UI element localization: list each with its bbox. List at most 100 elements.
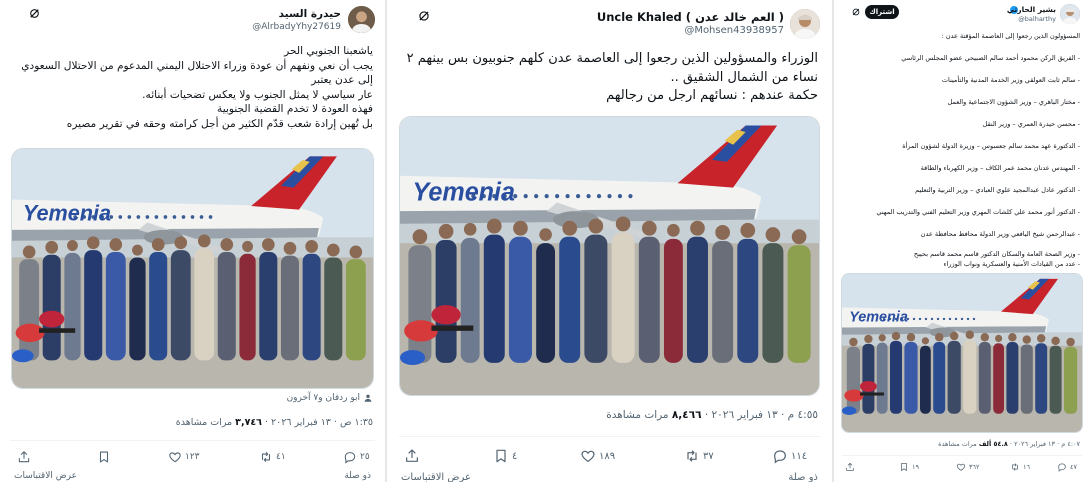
timestamp[interactable]: ٤:٥٥ م · ١٣ فبراير ٢٠٢٦ · ٨,٤٦٦ مرات مشا…: [606, 409, 818, 421]
retweet-count: ٤١: [276, 452, 286, 462]
retweet-button[interactable]: ٤١: [256, 450, 286, 464]
tweet-text: الوزراء والمسؤولين الذين رجعوا إلى العاص…: [398, 50, 818, 106]
share-button[interactable]: [401, 448, 420, 464]
tweet-line: فهذه العودة لا تخدم القضية الجنوبية: [217, 103, 373, 116]
tweet-line: - الدكتور عادل عبدالمجيد علوي العبادي – …: [915, 186, 1080, 194]
tagged-people[interactable]: ابو ردفان و٧ آخرون: [287, 393, 373, 403]
like-count: ١٨٩: [599, 450, 616, 462]
tweet-line: - عبدالرحمن شيخ اليافعي وزير الدولة محاف…: [920, 230, 1080, 238]
timestamp-text: ٤:٥٥ م · ١٣ فبراير ٢٠٢٦ ·: [701, 409, 818, 421]
bookmark-button[interactable]: [94, 450, 111, 464]
retweet-icon: [684, 448, 700, 464]
bookmark-icon: [493, 448, 509, 464]
views-label: مرات مشاهدة: [606, 409, 672, 421]
views-count: ٨,٤٦٦: [671, 409, 702, 421]
timestamp-text: ١:٣٥ ص · ١٣ فبراير ٢٠٢٦ ·: [261, 417, 373, 428]
airline-logo: Yemenia: [23, 201, 111, 226]
bookmark-icon: [899, 462, 909, 472]
tweet-photo[interactable]: Yemenia: [399, 116, 820, 396]
timestamp-text: ٤:٠٧ م · ١٣ فبراير ٢٠٢٦ ·: [1007, 440, 1080, 448]
person-icon: [363, 393, 373, 403]
tweet-line: نساء من الشمال الشقيق ..: [670, 69, 818, 85]
reply-icon: [772, 448, 788, 464]
tweet-line: - الدكتورة عهد محمد سالم جعسوس – وزيرة ا…: [902, 142, 1080, 150]
like-count: ٣٦٢: [969, 463, 980, 471]
tweet-line: الوزراء والمسؤولين الذين رجعوا إلى العاص…: [406, 51, 818, 66]
tweet-line: عار سياسي لا يمثل الجنوب ولا يعكس تضحيات…: [142, 88, 373, 101]
author-name[interactable]: بشير الحارثي: [1007, 5, 1056, 14]
heart-icon: [580, 448, 596, 464]
bookmark-button[interactable]: ١٩: [896, 462, 919, 472]
timestamp[interactable]: ١:٣٥ ص · ١٣ فبراير ٢٠٢٦ · ٣,٧٤٦ مرات مشا…: [176, 417, 373, 428]
reply-icon: [1057, 462, 1067, 472]
timestamp[interactable]: ٤:٠٧ م · ١٣ فبراير ٢٠٢٦ · ٥٤.٨ ألف مرات …: [938, 440, 1080, 448]
tweet-line: إلى عدن يعتبر: [311, 74, 373, 87]
retweet-button[interactable]: ١٦: [1007, 462, 1030, 472]
reply-button[interactable]: ١١٤: [769, 448, 807, 464]
tweet-photo[interactable]: Yemenia: [841, 273, 1083, 433]
tweet-line: بل تُهين إرادة شعب قدّم الكثير من أجل كر…: [66, 117, 373, 130]
tweet-line: - الفريق الركن محمود أحمد سالم الصبيحي ع…: [901, 54, 1080, 62]
tweet-panel-1: حيدرة السيد @AlrbadyYhy27619 ياشعبنا الج…: [0, 0, 385, 482]
airline-logo: Yemenia: [413, 178, 515, 206]
share-icon: [17, 450, 31, 464]
reply-button[interactable]: ٤٧: [1054, 462, 1077, 472]
show-quotes-link[interactable]: عرض الاقتباسات: [401, 472, 471, 482]
tweet-line: - الدكتور أنور محمد علي كلشات المهري وزي…: [876, 208, 1080, 216]
share-icon: [404, 448, 420, 464]
tweet-text: المسؤولون الذين رجعوا إلى العاصمة المؤقت…: [840, 31, 1080, 269]
heart-icon: [168, 450, 182, 464]
tweet-line: - محسن حيدرة العمري – وزير النقل: [982, 120, 1080, 128]
tweet-line: - المهندس عدنان محمد عمر الكاف – وزير ال…: [920, 164, 1080, 172]
like-button[interactable]: ١٢٣: [165, 450, 200, 464]
author-name[interactable]: حيدرة السيد: [279, 8, 341, 20]
tweet-photo[interactable]: Yemenia: [11, 148, 374, 389]
views-label: مرات مشاهدة: [175, 417, 236, 428]
retweet-icon: [259, 450, 273, 464]
tweet-line: - مختار الباهري – وزير الشؤون الاجتماعية…: [947, 98, 1080, 106]
tweet-line: - سالم ثابت العولقي وزير الخدمة المدنية …: [941, 76, 1080, 84]
avatar[interactable]: [348, 6, 375, 33]
like-button[interactable]: ١٨٩: [577, 448, 615, 464]
reply-icon: [343, 450, 357, 464]
author-name[interactable]: Uncle Khaled ( العم خالد عدن ): [597, 10, 784, 24]
show-quotes-link[interactable]: عرض الاقتباسات: [14, 471, 77, 481]
related-link[interactable]: ذو صلة: [344, 471, 371, 481]
share-icon: [845, 462, 855, 472]
grok-icon[interactable]: [851, 7, 861, 17]
author-handle[interactable]: @balharthy: [1018, 15, 1056, 23]
related-link[interactable]: ذو صلة: [788, 472, 818, 482]
reply-count: ٢٥: [360, 452, 370, 462]
tweet-line: المسؤولون الذين رجعوا إلى العاصمة المؤقت…: [941, 32, 1080, 40]
divider: [399, 436, 820, 437]
author-handle[interactable]: @Mohsen43938957: [684, 25, 784, 36]
tweet-line: يجب أن نعي ونفهم أن عودة وزراء الاحتلال …: [21, 59, 373, 72]
grok-icon[interactable]: [28, 7, 41, 20]
share-button[interactable]: [842, 462, 855, 472]
views-count: ٥٤.٨ ألف: [978, 440, 1008, 448]
bookmark-icon: [97, 450, 111, 464]
grok-icon[interactable]: [417, 9, 431, 23]
share-button[interactable]: [14, 450, 31, 464]
like-count: ١٢٣: [185, 452, 200, 462]
bookmark-button[interactable]: ٤: [490, 448, 517, 464]
airline-logo: Yemenia: [849, 309, 908, 325]
tweet-panel-2: Uncle Khaled ( العم خالد عدن ) @Mohsen43…: [387, 0, 832, 482]
heart-icon: [956, 462, 966, 472]
like-button[interactable]: ٣٦٢: [953, 462, 979, 472]
author-handle[interactable]: @AlrbadyYhy27619: [252, 22, 341, 32]
divider: [842, 455, 1082, 456]
retweet-button[interactable]: ٣٧: [681, 448, 714, 464]
tweet-panel-3: اشتراك بشير الحارثي @balharthy المسؤولون…: [834, 0, 1090, 482]
reply-count: ٤٧: [1070, 463, 1077, 471]
retweet-icon: [1010, 462, 1020, 472]
subscribe-button[interactable]: اشتراك: [865, 5, 899, 19]
avatar[interactable]: [1060, 4, 1080, 24]
tweet-line: - عدد من القيادات الأمنية والعسكرية ونوا…: [943, 260, 1080, 268]
reply-button[interactable]: ٢٥: [340, 450, 370, 464]
views-count: ٣,٧٤٦: [235, 417, 262, 428]
views-label: مرات مشاهدة: [938, 440, 979, 448]
divider: [10, 440, 375, 441]
avatar[interactable]: [790, 9, 820, 39]
tweet-line: - وزير الصحة العامة والسكان الدكتور قاسم…: [913, 250, 1080, 258]
